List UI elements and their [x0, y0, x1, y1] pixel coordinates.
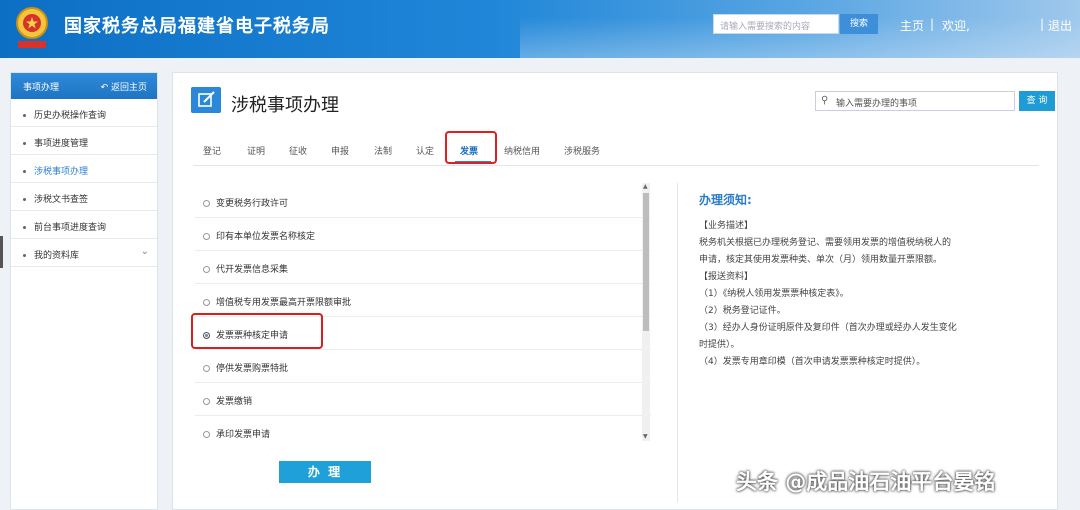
bullet-icon	[23, 254, 26, 257]
sidebar-item-front-desk[interactable]: 前台事项进度查询	[11, 211, 157, 239]
search-icon: ⚲	[821, 95, 829, 106]
bullet-icon	[23, 114, 26, 117]
bullet-icon	[23, 198, 26, 201]
radio-button[interactable]	[203, 365, 210, 372]
tab-legal[interactable]: 法制	[374, 144, 392, 157]
panel-divider	[677, 183, 678, 503]
list-item[interactable]: 变更税务行政许可	[195, 185, 651, 218]
page-title: 涉税事项办理	[231, 95, 339, 116]
main-panel: 涉税事项办理 ⚲ 输入需要办理的事项 查 询 登记 证明 征收 申报 法制 认定…	[172, 72, 1058, 510]
notice-title: 办理须知:	[699, 193, 752, 207]
back-arrow-icon: ↶	[100, 83, 111, 93]
annotation-highlight-tab	[445, 131, 497, 164]
notice-line: 【报送资料】	[699, 272, 754, 282]
notice-line: 时提供）。	[699, 340, 740, 350]
edit-icon	[191, 87, 221, 113]
nav-exit-link[interactable]: 退出	[1048, 17, 1072, 34]
back-home-link[interactable]: ↶ 返回主页	[101, 80, 147, 93]
tab-certification[interactable]: 认定	[416, 144, 434, 157]
sidebar-title: 事项办理	[23, 83, 60, 93]
radio-button[interactable]	[203, 398, 210, 405]
header-search-input[interactable]: 请输入需要搜索的内容	[713, 14, 839, 34]
matter-search-input[interactable]: ⚲ 输入需要办理的事项	[815, 91, 1015, 111]
annotation-highlight-row	[191, 313, 323, 349]
notice-line: 【业务描述】	[699, 221, 754, 231]
bullet-icon	[23, 170, 26, 173]
radio-button[interactable]	[203, 299, 210, 306]
handle-button[interactable]: 办 理	[279, 461, 371, 483]
sidebar-item-tax-matters[interactable]: 涉税事项办理	[11, 155, 157, 183]
nav-separator: |	[930, 17, 935, 31]
nav-home-link[interactable]: 主页	[900, 17, 924, 34]
notice-line: （2）税务登记证件。	[699, 306, 786, 316]
radio-button[interactable]	[203, 431, 210, 438]
notice-line: 申请，核定其使用发票种类、单次（月）领用数量开票限额。	[699, 255, 943, 265]
sidebar-item-documents[interactable]: 涉税文书查签	[11, 183, 157, 211]
nav-separator: |	[1040, 17, 1045, 31]
site-title: 国家税务总局福建省电子税务局	[64, 16, 330, 37]
notice-line: 税务机关根据已办理税务登记、需要领用发票的增值税纳税人的	[699, 238, 952, 248]
tab-certificate[interactable]: 证明	[247, 144, 265, 157]
chevron-down-icon: ⌄	[140, 246, 149, 257]
watermark-text: 头条 @成品油石油平台晏铭	[736, 470, 996, 494]
window-edge-strip	[0, 236, 3, 268]
radio-button[interactable]	[203, 266, 210, 273]
list-item[interactable]: 发票缴销	[195, 383, 651, 416]
radio-button[interactable]	[203, 200, 210, 207]
tabs-divider	[193, 165, 1039, 166]
list-item[interactable]: 承印发票申请	[195, 416, 651, 445]
scroll-up-icon[interactable]: ▲	[643, 183, 648, 190]
list-item[interactable]: 代开发票信息采集	[195, 251, 651, 284]
notice-line: （4）发票专用章印模（首次申请发票票种核定时提供）。	[699, 357, 926, 367]
notice-panel: 办理须知: 【业务描述】 税务机关根据已办理税务登记、需要领用发票的增值税纳税人…	[699, 191, 999, 371]
list-item[interactable]: 停供发票购票特批	[195, 350, 651, 383]
notice-line: （1）《纳税人领用发票票种核定表》。	[699, 289, 849, 299]
tax-emblem-icon	[16, 7, 48, 48]
top-header: 国家税务总局福建省电子税务局 请输入需要搜索的内容 搜索 主页 | 欢迎, | …	[0, 0, 1080, 58]
header-search-button[interactable]: 搜索	[840, 14, 878, 34]
list-item[interactable]: 印有本单位发票名称核定	[195, 218, 651, 251]
nav-welcome-text: 欢迎,	[942, 19, 970, 33]
sidebar-header: 事项办理 ↶ 返回主页	[11, 73, 157, 99]
tab-registration[interactable]: 登记	[203, 144, 221, 157]
bullet-icon	[23, 142, 26, 145]
bullet-icon	[23, 226, 26, 229]
query-button[interactable]: 查 询	[1019, 91, 1055, 111]
sidebar: 事项办理 ↶ 返回主页 历史办税操作查询 事项进度管理 涉税事项办理 涉税文书查…	[10, 72, 158, 510]
scroll-down-icon[interactable]: ▼	[643, 433, 648, 440]
sidebar-item-progress[interactable]: 事项进度管理	[11, 127, 157, 155]
tab-declaration[interactable]: 申报	[331, 144, 349, 157]
scrollbar-thumb[interactable]	[643, 193, 649, 331]
tab-services[interactable]: 涉税服务	[564, 144, 600, 157]
sidebar-item-history[interactable]: 历史办税操作查询	[11, 99, 157, 127]
tab-collection[interactable]: 征收	[289, 144, 307, 157]
radio-button[interactable]	[203, 233, 210, 240]
sidebar-item-library[interactable]: 我的资料库 ⌄	[11, 239, 157, 267]
tab-credit[interactable]: 纳税信用	[504, 144, 540, 157]
notice-line: （3）经办人身份证明原件及复印件（首次办理或经办人发生变化	[699, 323, 957, 333]
